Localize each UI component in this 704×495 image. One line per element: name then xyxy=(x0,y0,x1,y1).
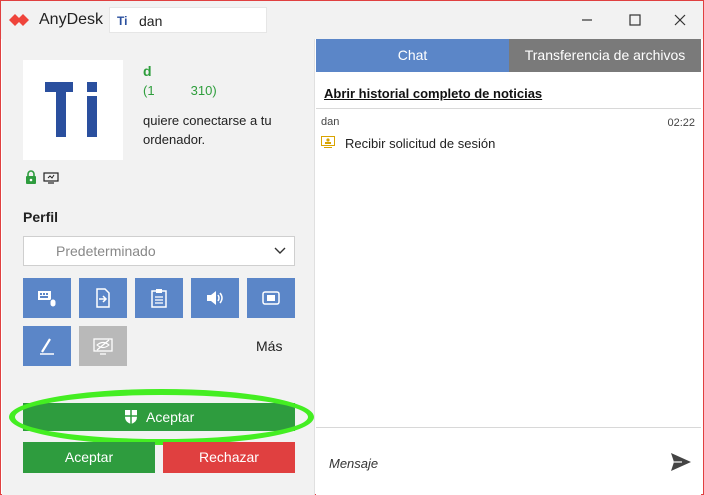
message-sender: dan xyxy=(321,116,340,128)
open-history-link[interactable]: Abrir historial completo de noticias xyxy=(324,86,542,101)
file-transfer-icon xyxy=(96,288,110,308)
message-compose-area[interactable]: Mensaje xyxy=(316,427,701,495)
profile-label: Perfil xyxy=(23,209,59,225)
maximize-icon[interactable] xyxy=(626,11,644,29)
app-title: AnyDesk xyxy=(39,11,104,28)
chevron-down-icon xyxy=(274,247,286,254)
send-icon[interactable] xyxy=(670,452,692,472)
chat-panel: Chat Transferencia de archivos Abrir his… xyxy=(316,39,701,495)
more-permissions-link[interactable]: Más xyxy=(256,338,282,354)
lock-icon xyxy=(26,170,36,184)
clipboard-icon xyxy=(151,289,167,308)
permission-audio-button[interactable] xyxy=(191,278,239,318)
permission-clipboard-button[interactable] xyxy=(135,278,183,318)
permission-privacy-button[interactable] xyxy=(79,326,127,366)
accept-button[interactable]: Aceptar xyxy=(23,442,155,473)
avatar xyxy=(23,60,123,160)
permission-keyboard-mouse-button[interactable] xyxy=(23,278,71,318)
title-bar: AnyDesk Ti dan xyxy=(1,1,703,39)
record-session-icon xyxy=(262,291,280,305)
session-tab[interactable]: Ti dan xyxy=(109,7,267,33)
permission-draw-button[interactable] xyxy=(23,326,71,366)
anydesk-logo-icon xyxy=(9,14,29,26)
monitor-icon xyxy=(43,172,59,184)
message-time: 02:22 xyxy=(667,117,695,129)
minimize-icon[interactable] xyxy=(578,11,596,29)
message-text: Recibir solicitud de sesión xyxy=(345,136,496,151)
keyboard-mouse-icon xyxy=(38,291,57,308)
caller-id: (1 310) xyxy=(143,83,217,98)
privacy-mode-icon xyxy=(93,338,113,355)
request-text: quiere conectarse a tu ordenador. xyxy=(143,113,272,147)
session-request-icon xyxy=(321,136,335,148)
session-badge: Ti xyxy=(117,14,128,28)
speaker-icon xyxy=(207,291,223,305)
permission-file-transfer-button[interactable] xyxy=(79,278,127,318)
tab-file-transfer[interactable]: Transferencia de archivos xyxy=(509,39,701,72)
profile-dropdown[interactable]: Predeterminado xyxy=(23,236,295,266)
divider xyxy=(316,108,701,109)
ti-logo-icon xyxy=(45,82,97,137)
caller-name: d xyxy=(143,63,152,79)
pen-draw-icon xyxy=(40,338,54,355)
message-input[interactable]: Mensaje xyxy=(329,456,378,471)
session-user: dan xyxy=(139,13,163,29)
permission-record-button[interactable] xyxy=(247,278,295,318)
tab-chat[interactable]: Chat xyxy=(316,39,509,72)
incoming-request-panel: d (1 310) quiere conectarse a tu ordenad… xyxy=(2,39,315,495)
reject-button[interactable]: Rechazar xyxy=(163,442,295,473)
highlight-ellipse xyxy=(9,389,314,445)
close-icon[interactable] xyxy=(671,11,689,29)
anydesk-window: AnyDesk Ti dan d (1 310) quiere conectar… xyxy=(0,0,704,495)
profile-selected-value: Predeterminado xyxy=(56,243,156,259)
